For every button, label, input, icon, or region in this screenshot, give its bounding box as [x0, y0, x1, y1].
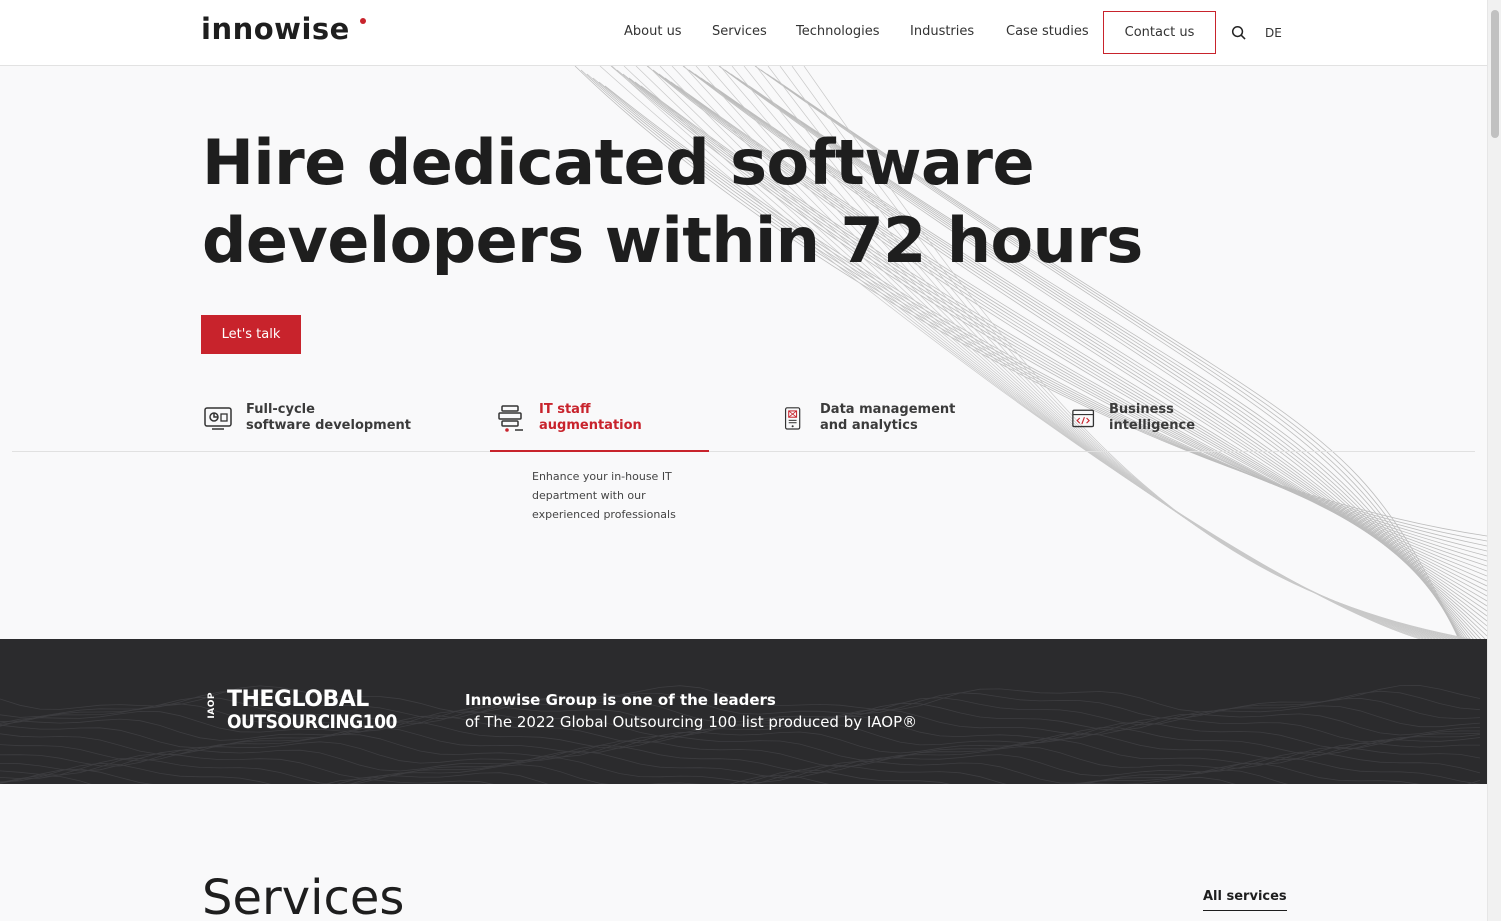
- iaop-mark: IAOP: [207, 692, 217, 719]
- scrollbar-thumb[interactable]: [1491, 10, 1499, 138]
- tabs-divider: [12, 451, 1475, 452]
- global-outsourcing-logo: IAOP THEGLOBAL OUTSOURCING100: [207, 687, 397, 733]
- site-header: innowise About us Services Technologies …: [0, 0, 1487, 66]
- language-switch[interactable]: DE: [1265, 26, 1282, 40]
- tab-full-cycle[interactable]: Full-cycle software development: [204, 398, 411, 450]
- award-headline: Innowise Group is one of the leaders: [465, 691, 776, 709]
- page-scrollbar[interactable]: [1487, 0, 1501, 921]
- nav-services[interactable]: Services: [712, 24, 767, 39]
- all-services-link[interactable]: All services: [1203, 889, 1287, 911]
- decor-wave: [0, 774, 1481, 784]
- award-subline: of The 2022 Global Outsourcing 100 list …: [465, 713, 918, 731]
- nav-about-us[interactable]: About us: [624, 24, 682, 39]
- tab-data-management[interactable]: Data management and analytics: [784, 398, 955, 450]
- nav-technologies[interactable]: Technologies: [796, 24, 880, 39]
- tab-label-full-cycle: Full-cycle software development: [246, 402, 412, 433]
- staff-icon: [498, 405, 523, 432]
- brand-logo[interactable]: innowise: [201, 12, 350, 46]
- logo-line-2: OUTSOURCING100: [227, 711, 397, 733]
- nav-case-studies[interactable]: Case studies: [1006, 24, 1089, 39]
- tab-it-staff-augmentation[interactable]: IT staff augmentation: [497, 398, 642, 450]
- hero-title-line-2: developers within 72 hours: [202, 204, 1143, 277]
- code-window-icon: [1072, 409, 1095, 428]
- services-heading: Services: [202, 870, 405, 921]
- hero-title: Hire dedicated software developers withi…: [202, 124, 1143, 280]
- tab-label-business-intelligence: Business intelligence: [1109, 402, 1196, 433]
- logo-line-1: THEGLOBAL: [227, 687, 369, 712]
- nav-industries[interactable]: Industries: [910, 24, 974, 39]
- logo-dot: [360, 18, 366, 24]
- contact-us-button[interactable]: Contact us: [1103, 11, 1216, 54]
- active-tab-indicator: [490, 450, 709, 452]
- monitor-icon: [204, 407, 232, 430]
- mobile-analytics-icon: [784, 407, 801, 430]
- tab-business-intelligence[interactable]: Business intelligence: [1072, 398, 1195, 450]
- hero-title-line-1: Hire dedicated software: [202, 126, 1035, 199]
- lets-talk-button[interactable]: Let's talk: [201, 315, 301, 354]
- decor-wave: [0, 756, 1481, 784]
- award-text: Innowise Group is one of the leaders of …: [465, 689, 917, 733]
- search-icon[interactable]: [1231, 25, 1246, 40]
- tab-label-data-management: Data management and analytics: [820, 402, 956, 433]
- tab-label-it-staff: IT staff augmentation: [539, 402, 642, 433]
- active-tab-description: Enhance your in-house IT department with…: [532, 470, 676, 521]
